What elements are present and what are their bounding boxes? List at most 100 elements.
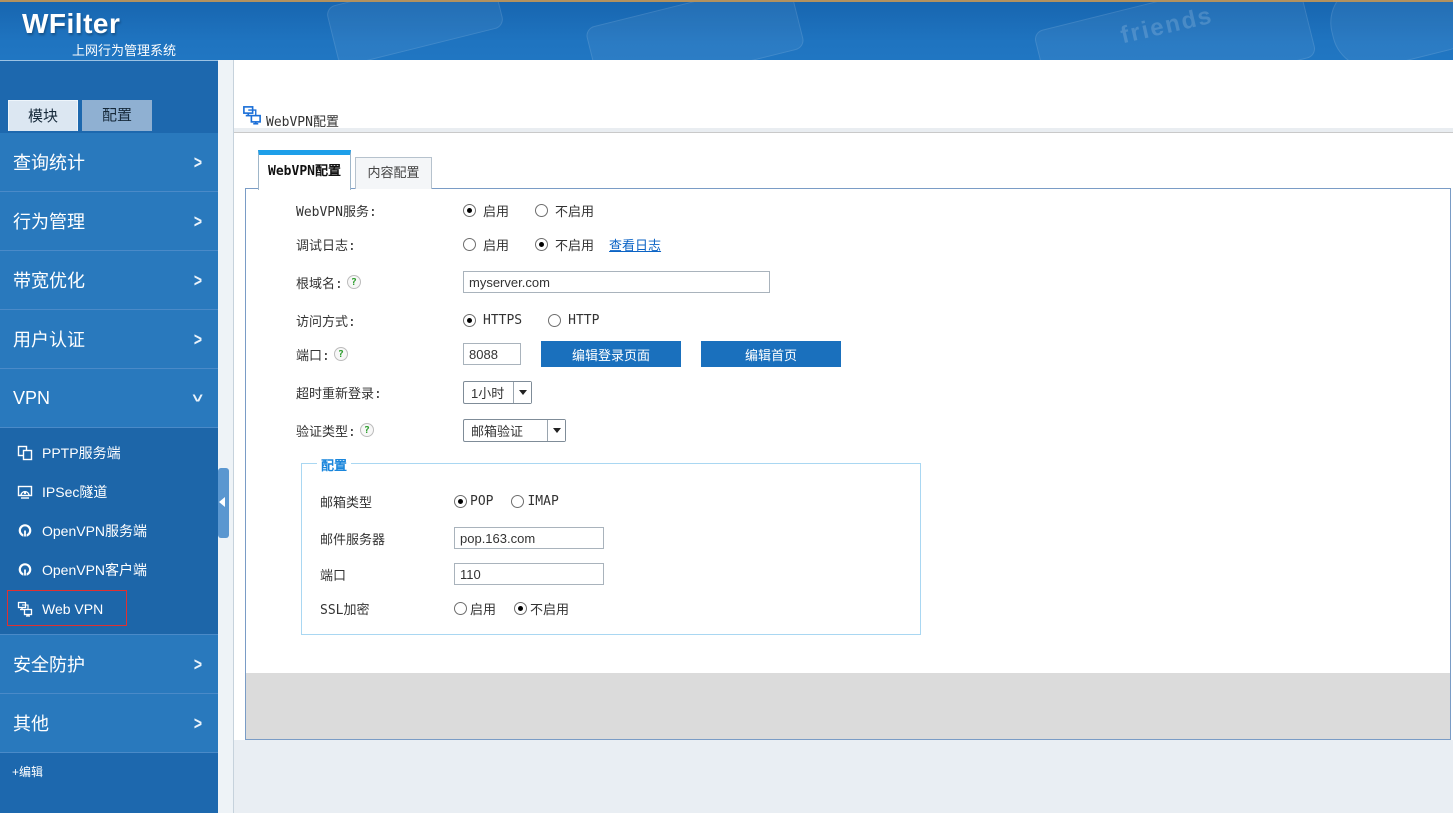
menu-label: VPN: [13, 388, 50, 409]
menu-label: 带宽优化: [13, 267, 85, 293]
form-row-service: WebVPN服务: 启用 不启用: [296, 197, 594, 223]
panel-footer-bar: [246, 673, 1450, 739]
service-disable-label: 不启用: [555, 201, 594, 220]
menu-label: 用户认证: [13, 326, 85, 352]
sidebar-item-bandwidth[interactable]: 带宽优化 >: [0, 251, 218, 310]
webvpn-icon: [17, 601, 33, 617]
help-icon[interactable]: ?: [334, 347, 348, 361]
root-domain-input[interactable]: [463, 271, 770, 293]
ssl-enable-label: 启用: [470, 599, 496, 618]
tab-config[interactable]: 配置: [82, 100, 152, 131]
timeout-select[interactable]: 1小时: [463, 381, 532, 404]
sidebar-gutter: [218, 60, 234, 813]
sidebar-item-query-stats[interactable]: 查询统计 >: [0, 133, 218, 192]
mail-config-fieldset: 配置 邮箱类型 POP IMAP 邮件服务器 端口: [301, 463, 921, 635]
sidebar-collapse-handle[interactable]: [218, 468, 229, 538]
sidebar-item-openvpn-server[interactable]: OpenVPN服务端: [0, 511, 218, 550]
menu-label: 安全防护: [13, 651, 85, 677]
pptp-server-icon: [17, 445, 33, 461]
form-row-mail-server: 邮件服务器: [320, 525, 604, 551]
mail-server-label: 邮件服务器: [320, 529, 454, 548]
view-log-link[interactable]: 查看日志: [609, 235, 661, 254]
tab-webvpn-config[interactable]: WebVPN配置: [258, 150, 351, 190]
timeout-label: 超时重新登录:: [296, 383, 463, 402]
ssl-enable-radio[interactable]: [454, 602, 467, 615]
edit-homepage-button[interactable]: 编辑首页: [701, 341, 841, 367]
form-row-mail-type: 邮箱类型 POP IMAP: [320, 488, 559, 514]
window-top-edge: [0, 0, 1453, 2]
sidebar-item-pptp-server[interactable]: PPTP服务端: [0, 433, 218, 472]
https-radio[interactable]: [463, 314, 476, 327]
main-content: WebVPN配置 WebVPN配置 内容配置 WebVPN服务: 启用 不启用 …: [234, 60, 1453, 740]
imap-label: IMAP: [527, 494, 558, 509]
menu-label: 行为管理: [13, 208, 85, 234]
sidebar-item-openvpn-client[interactable]: OpenVPN客户端: [0, 550, 218, 589]
dropdown-arrow-icon: [547, 420, 565, 441]
form-row-debug-log: 调试日志: 启用 不启用 查看日志: [296, 231, 661, 257]
debug-disable-label: 不启用: [555, 235, 594, 254]
timeout-selected-value: 1小时: [464, 383, 511, 402]
submenu-label: OpenVPN服务端: [42, 521, 147, 541]
help-icon[interactable]: ?: [347, 275, 361, 289]
form-row-mail-port: 端口: [320, 561, 604, 587]
ssl-disable-label: 不启用: [530, 599, 569, 618]
pop-radio[interactable]: [454, 495, 467, 508]
submenu-label: IPSec隧道: [42, 482, 107, 502]
debug-disable-radio[interactable]: [535, 238, 548, 251]
app-subtitle: 上网行为管理系统: [72, 40, 176, 59]
sidebar-item-behavior-mgmt[interactable]: 行为管理 >: [0, 192, 218, 251]
keyboard-key-decoration: [584, 0, 805, 60]
wfilter-logo: WFilter: [22, 8, 120, 40]
sidebar-item-other[interactable]: 其他 >: [0, 694, 218, 753]
port-input[interactable]: [463, 343, 521, 365]
openvpn-server-icon: [17, 523, 33, 539]
submenu-label: Web VPN: [42, 601, 103, 617]
mail-type-label: 邮箱类型: [320, 492, 454, 511]
port-label: 端口:: [296, 345, 330, 364]
service-disable-radio[interactable]: [535, 204, 548, 217]
tab-content-config[interactable]: 内容配置: [355, 157, 432, 189]
tab-modules[interactable]: 模块: [8, 100, 78, 131]
sidebar-item-user-auth[interactable]: 用户认证 >: [0, 310, 218, 369]
page-title-row: WebVPN配置: [234, 60, 1453, 128]
ssl-disable-radio[interactable]: [514, 602, 527, 615]
edit-login-page-button[interactable]: 编辑登录页面: [541, 341, 681, 367]
submenu-label: OpenVPN客户端: [42, 560, 147, 580]
debug-enable-radio[interactable]: [463, 238, 476, 251]
auth-type-label: 验证类型:: [296, 421, 356, 440]
chevron-right-icon: >: [194, 329, 202, 350]
sidebar-menu: 查询统计 > 行为管理 > 带宽优化 > 用户认证 > VPN > PPTP服务: [0, 133, 218, 753]
pop-label: POP: [470, 494, 493, 509]
mail-port-input[interactable]: [454, 563, 604, 585]
sidebar-item-vpn[interactable]: VPN >: [0, 369, 218, 428]
auth-type-selected-value: 邮箱验证: [464, 421, 530, 440]
access-mode-label: 访问方式:: [296, 311, 463, 330]
form-row-ssl: SSL加密 启用 不启用: [320, 595, 569, 621]
sidebar-edit-link[interactable]: +编辑: [12, 763, 43, 780]
form-row-access-mode: 访问方式: HTTPS HTTP: [296, 307, 599, 333]
form-row-timeout: 超时重新登录: 1小时: [296, 379, 532, 405]
mail-server-input[interactable]: [454, 527, 604, 549]
imap-radio[interactable]: [511, 495, 524, 508]
app-header: friends WFilter 上网行为管理系统: [0, 0, 1453, 60]
service-enable-radio[interactable]: [463, 204, 476, 217]
vpn-submenu: PPTP服务端 IPSec隧道 OpenVPN服务端: [0, 428, 218, 635]
chevron-down-icon: >: [188, 394, 209, 402]
chevron-right-icon: >: [194, 654, 202, 675]
help-icon[interactable]: ?: [360, 423, 374, 437]
title-divider: [234, 128, 1453, 133]
auth-type-select[interactable]: 邮箱验证: [463, 419, 566, 442]
service-label: WebVPN服务:: [296, 201, 463, 220]
ipsec-tunnel-icon: [17, 484, 33, 500]
service-enable-label: 启用: [483, 201, 509, 220]
sidebar-item-web-vpn[interactable]: Web VPN: [0, 589, 218, 628]
menu-label: 查询统计: [13, 149, 85, 175]
sidebar-item-ipsec-tunnel[interactable]: IPSec隧道: [0, 472, 218, 511]
http-radio[interactable]: [548, 314, 561, 327]
dropdown-arrow-icon: [513, 382, 531, 403]
openvpn-client-icon: [17, 562, 33, 578]
sidebar-item-security[interactable]: 安全防护 >: [0, 635, 218, 694]
sidebar-tabs: 模块 配置: [8, 100, 152, 131]
http-label: HTTP: [568, 313, 599, 328]
chevron-right-icon: >: [194, 713, 202, 734]
